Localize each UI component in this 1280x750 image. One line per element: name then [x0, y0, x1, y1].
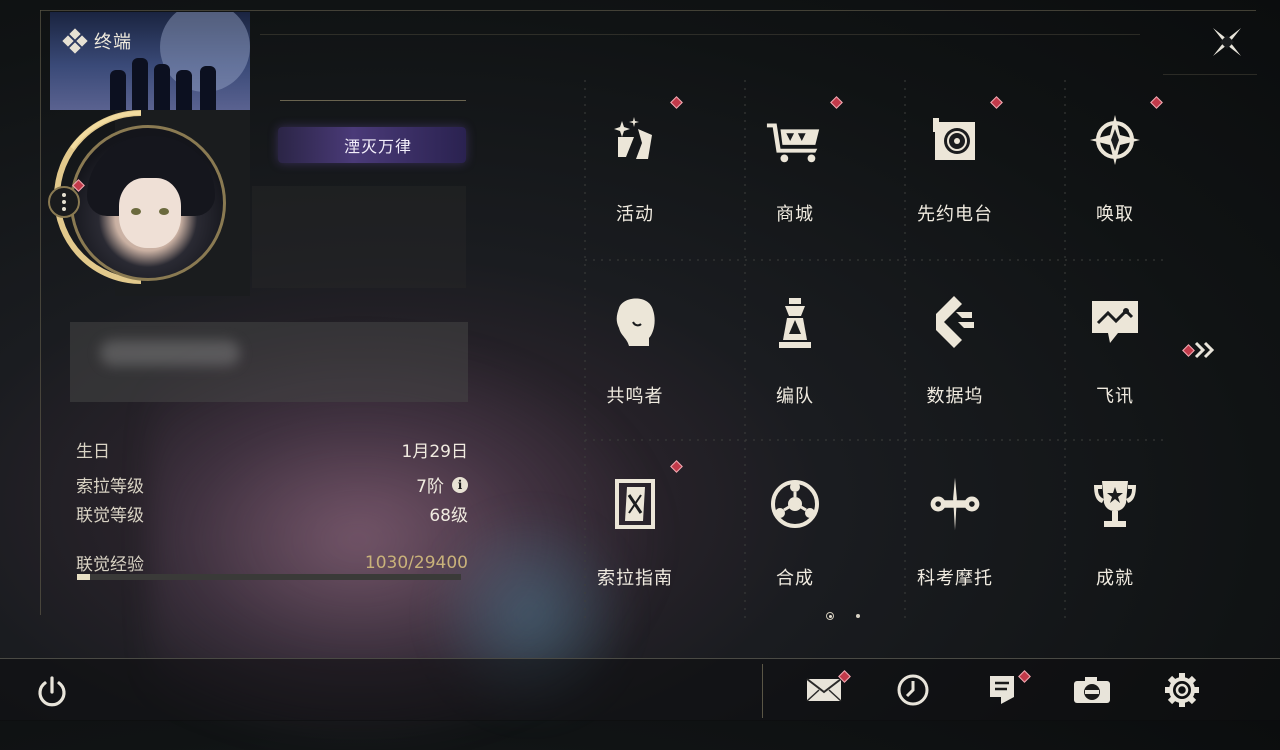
- bottom-divider: [762, 664, 763, 718]
- page-indicator: [826, 612, 860, 620]
- menu-tile-label: 合成: [776, 568, 814, 589]
- notification-badge: [990, 96, 1003, 109]
- close-icon: [1213, 28, 1241, 56]
- birthday-row: 生日 1月29日: [76, 437, 468, 462]
- menu-tile-label: 成就: [1096, 568, 1134, 589]
- synthesis-icon: [765, 474, 825, 534]
- photo-button[interactable]: [1070, 670, 1114, 710]
- info-icon[interactable]: i: [452, 476, 468, 493]
- menu-tile-label: 商城: [776, 204, 814, 225]
- menu-tile-message[interactable]: 飞讯: [1035, 262, 1195, 442]
- mail-button[interactable]: [802, 670, 851, 710]
- avatar[interactable]: [70, 125, 226, 281]
- page-title: 终端: [94, 32, 132, 53]
- frame-left-line: [40, 10, 41, 615]
- menu-tile-label: 科考摩托: [917, 568, 993, 589]
- more-options-button[interactable]: [48, 186, 80, 218]
- settings-icon: [1165, 673, 1199, 707]
- union-exp-bar: [77, 574, 461, 580]
- settings-button[interactable]: [1160, 670, 1204, 710]
- birthday-value: 1月29日: [401, 442, 468, 462]
- menu-tile-synthesis[interactable]: 合成: [715, 444, 875, 624]
- player-name-blurred: [252, 186, 466, 288]
- notice-button[interactable]: [980, 670, 1031, 710]
- sola-level-row: 索拉等级 7阶 i: [76, 472, 468, 497]
- birthday-label: 生日: [76, 442, 110, 462]
- power-button[interactable]: [33, 673, 71, 711]
- trophy-icon: [1085, 474, 1145, 534]
- menu-tile-shop[interactable]: 商城: [715, 80, 875, 260]
- notice-icon: [990, 676, 1014, 704]
- union-exp-fill: [77, 574, 91, 580]
- menu-tile-label: 数据坞: [926, 386, 984, 407]
- resonator-icon: [605, 292, 665, 352]
- mail-icon: [806, 678, 842, 702]
- notification-badge: [670, 460, 683, 473]
- union-exp-value: 1030/29400: [364, 552, 468, 573]
- menu-tile-resonator[interactable]: 共鸣者: [555, 262, 715, 442]
- title-badge[interactable]: 湮灭万律: [278, 127, 466, 163]
- menu-tile-radio[interactable]: 先约电台: [875, 80, 1035, 260]
- menu-tile-label: 先约电台: [917, 204, 993, 225]
- title-badge-label: 湮灭万律: [343, 137, 412, 156]
- power-icon: [38, 676, 66, 707]
- divider: [280, 100, 466, 101]
- menu-grid: 活动 商城 先约电台 唤取共鸣者 编队 数据坞 飞讯索拉指南 合成 科考摩托 成就: [555, 80, 1195, 620]
- frame-right-line: [1163, 74, 1257, 75]
- menu-tile-team[interactable]: 编队: [715, 262, 875, 442]
- union-exp-label: 联觉经验: [76, 555, 144, 575]
- menu-tile-label: 活动: [616, 204, 654, 225]
- message-icon: [1085, 292, 1145, 352]
- close-button[interactable]: [1195, 12, 1259, 72]
- team-icon: [765, 292, 825, 352]
- page-header: 终端: [62, 28, 132, 54]
- clock-icon: [897, 674, 929, 706]
- menu-tile-label: 编队: [776, 386, 814, 407]
- activity-icon: [605, 110, 665, 170]
- notification-badge: [670, 96, 683, 109]
- motorcycle-icon: [925, 474, 985, 534]
- menu-tile-label: 飞讯: [1096, 386, 1134, 407]
- history-button[interactable]: [891, 670, 935, 710]
- union-level-row: 联觉等级 68级: [76, 501, 468, 526]
- summon-icon: [1085, 110, 1145, 170]
- page-dot-active[interactable]: [826, 612, 834, 620]
- menu-tile-label: 唤取: [1096, 204, 1134, 225]
- signature-blurred: [70, 322, 468, 402]
- union-level-label: 联觉等级: [76, 506, 144, 526]
- menu-tile-trophy[interactable]: 成就: [1035, 444, 1195, 624]
- notification-badge: [1150, 96, 1163, 109]
- data-bank-icon: [925, 292, 985, 352]
- menu-tile-motorcycle[interactable]: 科考摩托: [875, 444, 1035, 624]
- frame-inner-line: [260, 34, 1140, 35]
- menu-tile-summon[interactable]: 唤取: [1035, 80, 1195, 260]
- terminal-icon: [62, 28, 88, 54]
- union-level-value: 68级: [429, 506, 468, 526]
- menu-tile-label: 共鸣者: [606, 386, 664, 407]
- frame-top-line: [40, 10, 1256, 11]
- shop-icon: [765, 110, 825, 170]
- menu-tile-label: 索拉指南: [597, 568, 673, 589]
- page-dot[interactable]: [856, 614, 860, 618]
- notification-badge: [830, 96, 843, 109]
- namecard-art: [50, 12, 250, 110]
- camera-icon: [1074, 677, 1110, 703]
- menu-tile-data-bank[interactable]: 数据坞: [875, 262, 1035, 442]
- guidebook-icon: [605, 474, 665, 534]
- menu-tile-activity[interactable]: 活动: [555, 80, 715, 260]
- sola-level-value: 7阶: [416, 477, 444, 497]
- union-exp-row: 联觉经验 1030/29400: [76, 550, 468, 576]
- radio-icon: [925, 110, 985, 170]
- next-page-button[interactable]: [1182, 340, 1222, 360]
- menu-tile-guidebook[interactable]: 索拉指南: [555, 444, 715, 624]
- sola-level-label: 索拉等级: [76, 477, 144, 497]
